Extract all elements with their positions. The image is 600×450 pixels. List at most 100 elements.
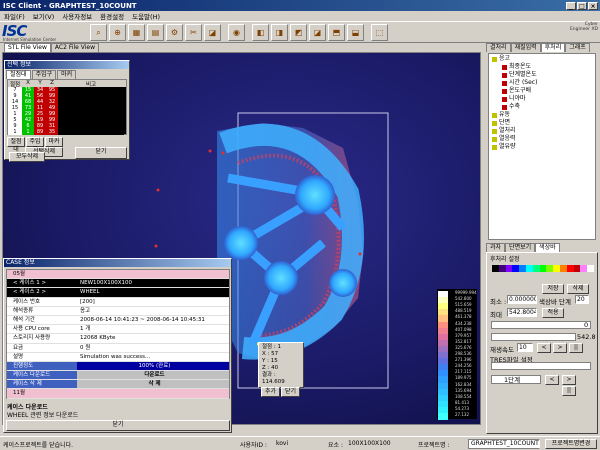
menu-item-2[interactable]: 사용자정보	[62, 11, 92, 21]
node-table-header[interactable]: 비고	[58, 80, 124, 88]
node-table-header[interactable]: X	[22, 80, 34, 87]
list-item[interactable]: 요금 0 원	[7, 344, 229, 353]
menu-item-1[interactable]: 보기(V)	[33, 11, 54, 21]
max-input[interactable]	[507, 308, 537, 317]
prev-button[interactable]: <	[537, 343, 551, 353]
tab-stl-view[interactable]: STL File View	[4, 43, 51, 52]
tab-preprocess[interactable]: 결처리	[486, 43, 511, 52]
marker-point[interactable]	[156, 188, 160, 192]
tree-item[interactable]: 단계별온도	[490, 71, 594, 79]
case-info-list[interactable]: 05월 < 케이스 1 > NEW100X100X100 < 케이스 2 > WHEEL…	[6, 269, 230, 399]
cube-right-icon[interactable]: ◪	[309, 24, 326, 41]
search-icon[interactable]: ⌕	[90, 24, 107, 41]
menu-item-4[interactable]: 도움말(H)	[132, 11, 160, 21]
ac2-icon[interactable]: ▤	[147, 24, 164, 41]
menu-item-3[interactable]: 환경설정	[100, 11, 124, 21]
node-table[interactable]: 절점 X Y Z 비고 7 15 34 95 9 41 56 99 14 68 44 32 15 73 11 49 1 2…	[7, 79, 127, 135]
case-close-button[interactable]: 닫기	[6, 420, 230, 431]
step-pause-button[interactable]: ||	[562, 386, 576, 396]
tab-material[interactable]: 재질입력	[510, 43, 541, 52]
list-item[interactable]: < 케이스 2 > WHEEL	[7, 288, 229, 298]
select-close-button[interactable]: 닫기	[75, 147, 127, 159]
cut-icon[interactable]: ✂	[185, 24, 202, 41]
table-row[interactable]: 1 1 89 35	[8, 129, 126, 135]
tree-item[interactable]: 수축	[490, 103, 594, 111]
stl-icon[interactable]: ▦	[128, 24, 145, 41]
tree-item[interactable]: 열유량	[490, 143, 594, 151]
tree-item[interactable]: 단면	[490, 119, 594, 127]
list-item[interactable]: 케이스 번호 [200]	[7, 298, 229, 307]
tree-item[interactable]: 최종온도	[490, 63, 594, 71]
cube-top-icon[interactable]: ⬒	[328, 24, 345, 41]
list-item[interactable]: 설명 Simulation was success...	[7, 353, 229, 362]
tree-item[interactable]: 유동	[490, 111, 594, 119]
list-item[interactable]: 케이스 삭 제삭 제	[7, 380, 229, 390]
probe-close-button[interactable]: 닫기	[281, 387, 300, 397]
speed-input[interactable]	[517, 343, 533, 352]
min-slider[interactable]	[491, 321, 591, 329]
step-prev-button[interactable]: <	[545, 375, 559, 385]
delete-button[interactable]: 삭제	[567, 284, 589, 294]
tree-item[interactable]: 열처리	[490, 127, 594, 135]
tab-postprocess[interactable]: 후처리	[540, 43, 566, 52]
min-input[interactable]	[507, 295, 537, 304]
list-item[interactable]: 스토리지 사용량 12068 KByte	[7, 334, 229, 344]
cube-iso-icon[interactable]: ⬚	[371, 24, 388, 41]
cube-front-icon[interactable]: ◧	[252, 24, 269, 41]
tab-colorbar[interactable]: 색상바	[535, 243, 560, 252]
tree-item[interactable]: 니야마	[490, 95, 594, 103]
node-table-header[interactable]: Z	[46, 80, 58, 87]
probe-add-button[interactable]: 추가	[261, 387, 280, 397]
tree-item[interactable]: 시간 (Sec)	[490, 79, 594, 87]
marker-point[interactable]	[154, 244, 158, 248]
list-item[interactable]: 해석 기간 2008-06-14 10:41:23 ~ 2008-06-14 10…	[7, 316, 229, 326]
tree-item[interactable]: 열응력	[490, 135, 594, 143]
tab-inlet[interactable]: 주입구	[31, 70, 57, 79]
pause-button[interactable]: ||	[569, 343, 583, 353]
case-item-value[interactable]: 삭 제	[77, 380, 229, 389]
close-button[interactable]: ×	[588, 1, 598, 10]
step-input[interactable]: 1단계	[491, 375, 541, 384]
steps-input[interactable]	[575, 295, 589, 304]
max-slider[interactable]	[491, 333, 576, 341]
step-next-button[interactable]: >	[562, 375, 576, 385]
apply-button[interactable]: 적용	[542, 308, 564, 318]
list-item[interactable]: 11월	[7, 389, 229, 399]
maximize-button[interactable]: □	[577, 1, 587, 10]
settings-icon[interactable]: ⚙	[166, 24, 183, 41]
tab-graph[interactable]: 그래프	[565, 43, 590, 52]
list-item[interactable]: 진행정도 100% (완료)	[7, 361, 229, 372]
play-button[interactable]: >	[553, 343, 567, 353]
list-item[interactable]: 사용 CPU core 1 개	[7, 325, 229, 335]
result-tree[interactable]: 응고 최종온도 단계별온도 시간 (Sec) 온도구배 니야마 수축 유동 단면 열처리 열응력 열유…	[488, 53, 596, 240]
delete-all-button[interactable]: 모두삭제	[9, 152, 45, 162]
tree-item[interactable]: 온도구배	[490, 87, 594, 95]
case-item-value[interactable]: 다운로드	[77, 371, 229, 380]
node-table-header[interactable]: Y	[34, 80, 46, 87]
tab-snack[interactable]: 과자	[486, 243, 506, 252]
minimize-button[interactable]: _	[566, 1, 576, 10]
list-item[interactable]: < 케이스 1 > NEW100X100X100	[7, 279, 229, 289]
tree-item[interactable]: 응고	[490, 55, 594, 63]
tab-ac2-view[interactable]: AC2 File View	[50, 43, 100, 52]
list-item[interactable]: 05월	[7, 270, 229, 280]
tab-section[interactable]: 단면보기	[505, 243, 536, 252]
list-item[interactable]: 해석종류 응고	[7, 307, 229, 316]
marker-button[interactable]: 마커	[45, 137, 63, 147]
cube-bottom-icon[interactable]: ⬓	[347, 24, 364, 41]
tab-node[interactable]: 절점대	[6, 70, 31, 79]
marker-point[interactable]	[208, 149, 212, 153]
colorbar-preview[interactable]	[492, 265, 594, 272]
node-button[interactable]: 절점대	[7, 137, 25, 153]
rename-project-button[interactable]: 프로젝트명변경	[545, 439, 597, 449]
marker-point[interactable]	[358, 252, 362, 256]
view-icon[interactable]: ◪	[204, 24, 221, 41]
inlet-button[interactable]: 주입구	[26, 137, 44, 153]
probe-icon[interactable]: ◉	[228, 24, 245, 41]
list-item[interactable]: 케이스 다운로드 다운로드	[7, 371, 229, 381]
node-table-header[interactable]: 절점	[8, 80, 22, 88]
cube-left-icon[interactable]: ◩	[290, 24, 307, 41]
save-button[interactable]: 저장	[542, 284, 564, 294]
marker-point[interactable]	[221, 151, 225, 155]
zoom-icon[interactable]: ⊕	[109, 24, 126, 41]
